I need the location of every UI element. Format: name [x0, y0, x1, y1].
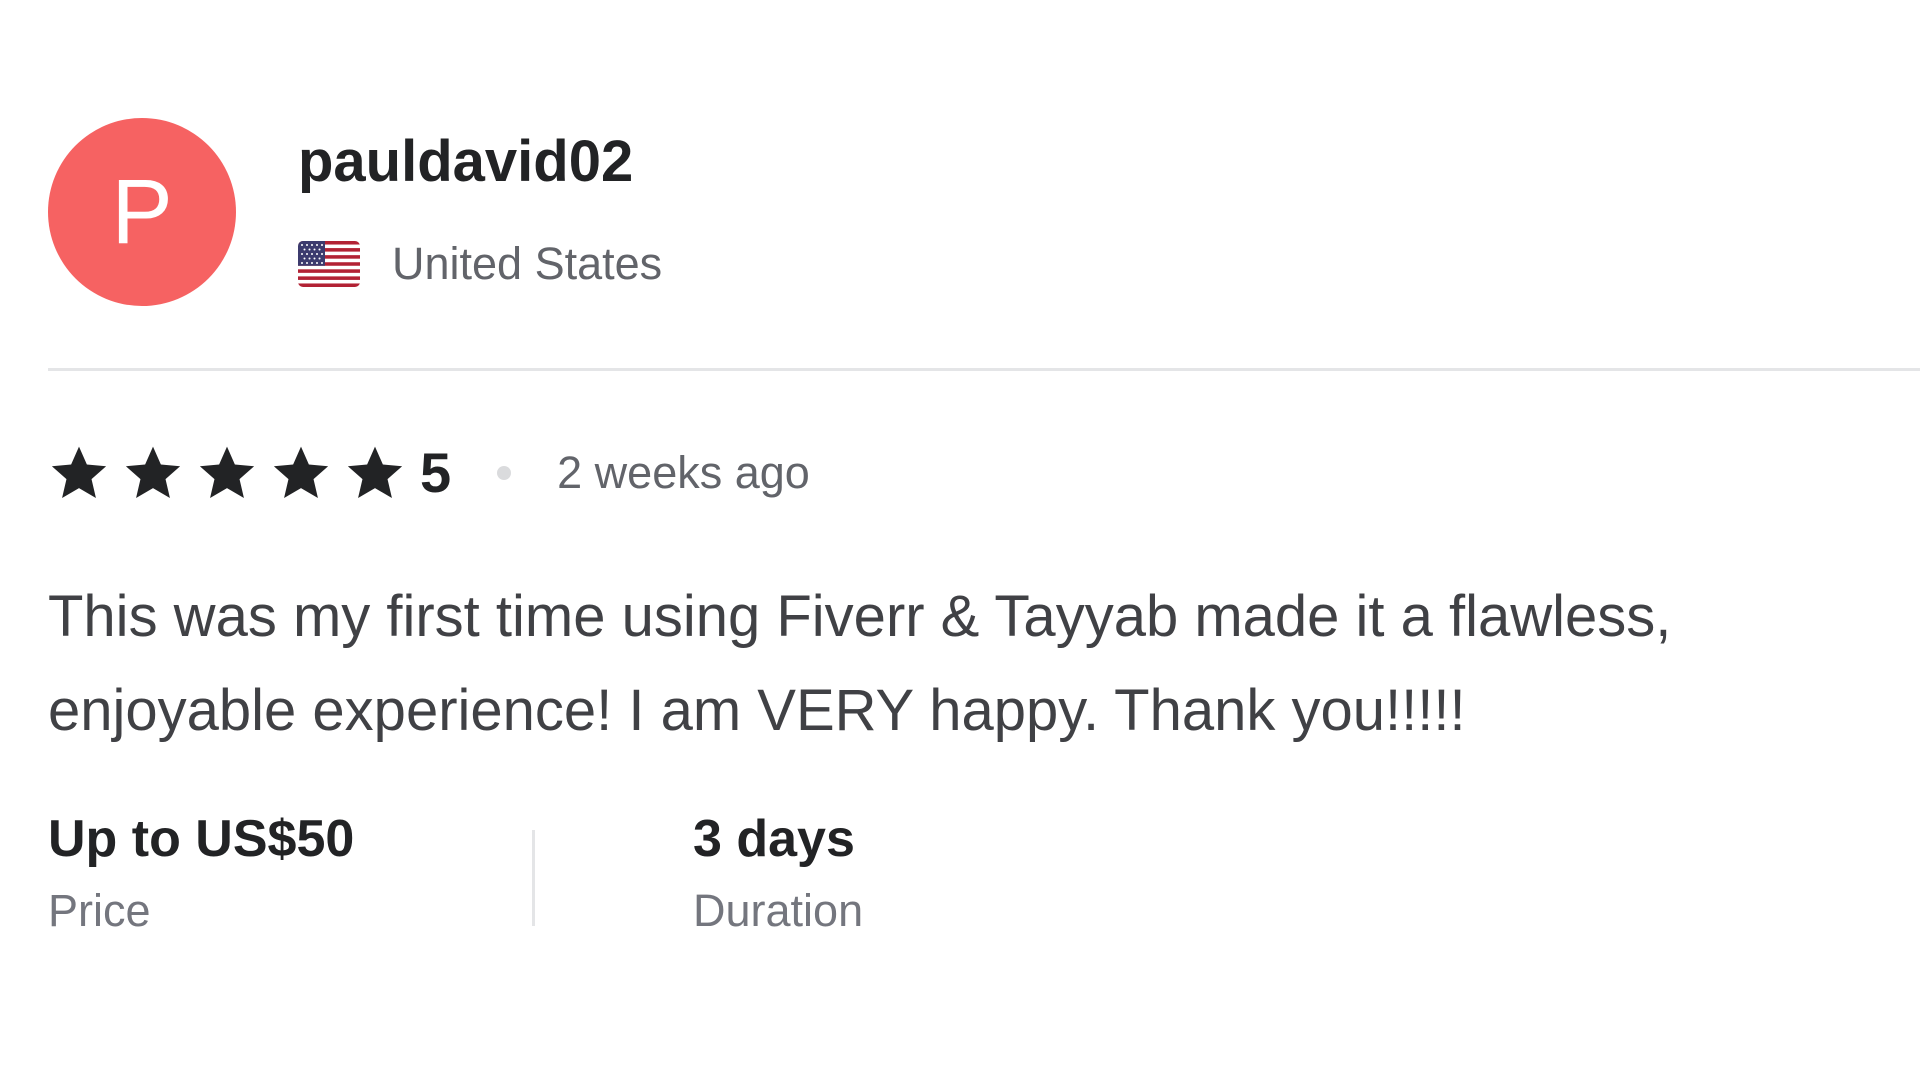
star-rating — [48, 442, 420, 504]
star-icon — [51, 446, 107, 498]
duration-value: 3 days — [693, 810, 855, 868]
review-time: 2 weeks ago — [557, 446, 810, 498]
reviewer-country: United States — [298, 238, 662, 290]
price-label: Price — [48, 885, 151, 936]
review-text: This was my first time using Fiverr & Ta… — [48, 584, 1672, 743]
duration-detail: 3 days Duration — [693, 808, 863, 938]
avatar[interactable]: P — [48, 118, 236, 306]
divider — [48, 368, 1920, 371]
review-card: P pauldavid02 United States 5 2 weeks ag… — [0, 0, 1920, 1080]
avatar-initial: P — [111, 161, 173, 263]
order-details: Up to US$50 Price 3 days Duration — [48, 808, 863, 938]
rating-row: 5 2 weeks ago — [48, 440, 810, 505]
price-detail: Up to US$50 Price — [48, 808, 532, 938]
details-separator — [532, 830, 535, 926]
star-icon — [347, 446, 403, 498]
reviewer-username[interactable]: pauldavid02 — [298, 128, 633, 195]
star-icon — [199, 446, 255, 498]
rating-value: 5 — [420, 441, 452, 504]
star-icon — [273, 446, 329, 498]
separator-dot — [497, 465, 512, 480]
price-value: Up to US$50 — [48, 810, 355, 868]
country-name: United States — [392, 238, 663, 289]
star-icon — [125, 446, 181, 498]
us-flag-icon — [298, 241, 360, 287]
duration-label: Duration — [693, 885, 864, 936]
